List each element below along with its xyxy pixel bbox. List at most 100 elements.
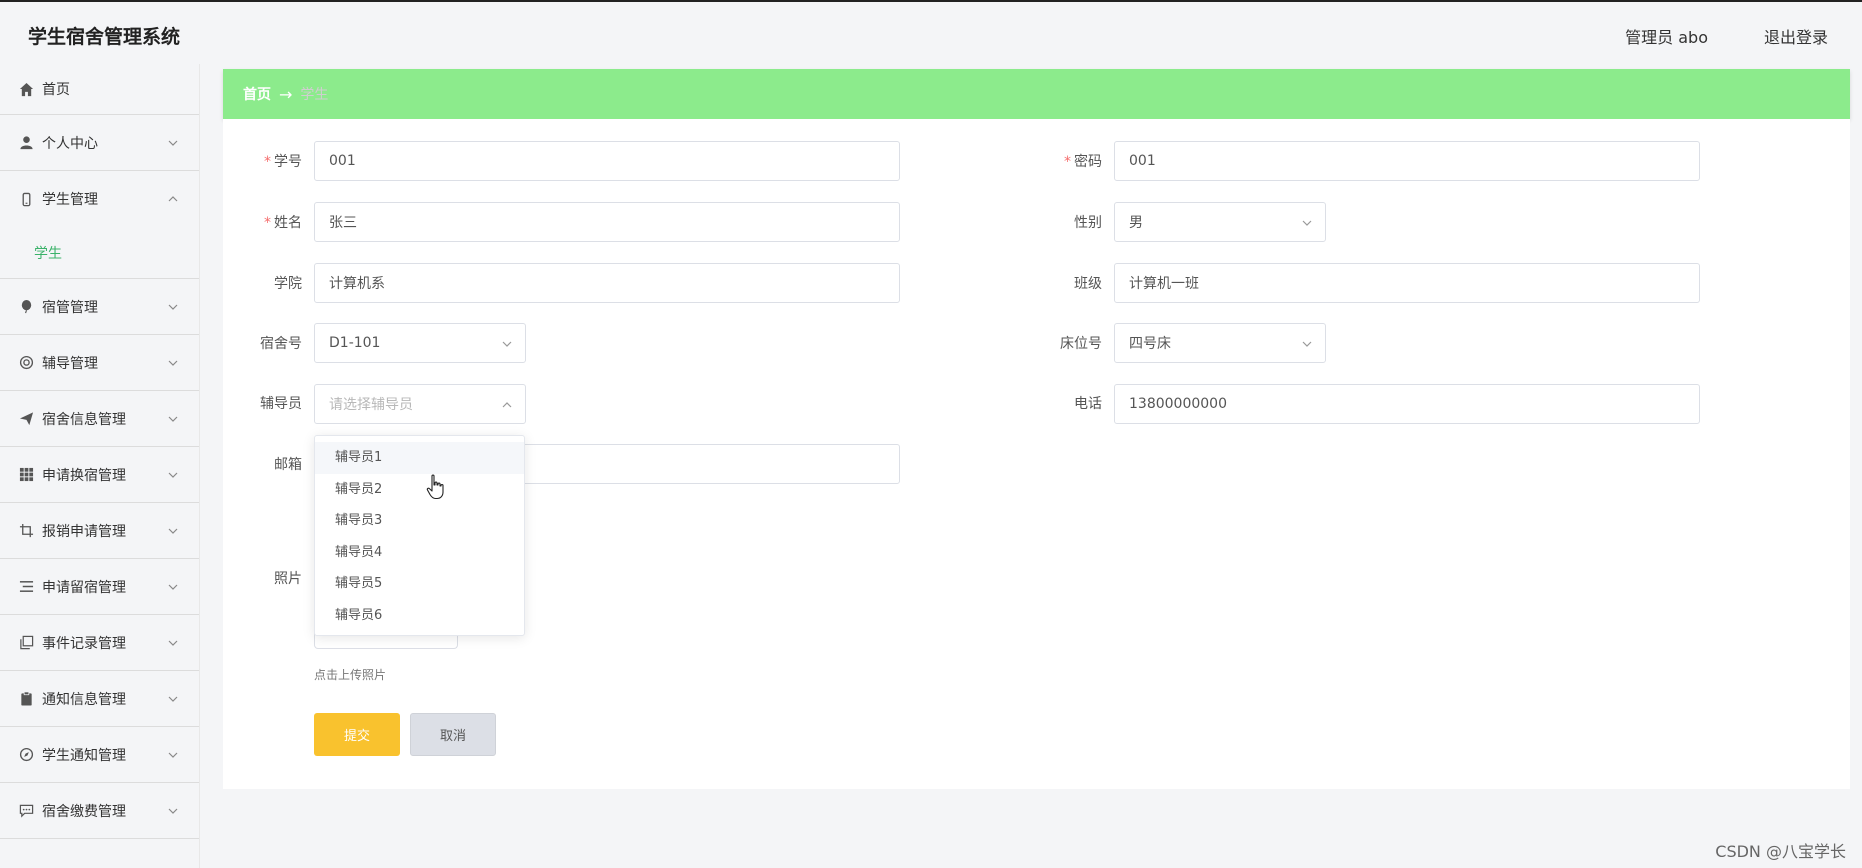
photo-upload-tip: 点击上传照片 xyxy=(314,668,387,682)
sidebar-item-label: 学生管理 xyxy=(42,192,98,208)
dropdown-option[interactable]: 辅导员3 xyxy=(315,505,524,537)
list-icon xyxy=(18,579,34,595)
breadcrumb-current: 学生 xyxy=(300,87,329,103)
college-label: 学院 xyxy=(274,276,302,292)
chevron-down-icon xyxy=(1302,220,1312,226)
sidebar-item-label: 个人中心 xyxy=(42,135,98,152)
sidebar-item-notice-info[interactable]: 通知信息管理 xyxy=(0,671,199,727)
bed-no-value: 四号床 xyxy=(1129,336,1171,352)
sidebar-item-home[interactable]: 首页 xyxy=(0,64,199,115)
logout-link[interactable]: 退出登录 xyxy=(1764,24,1828,48)
dropdown-option[interactable]: 辅导员4 xyxy=(315,537,524,569)
home-icon xyxy=(18,81,34,97)
chevron-up-icon xyxy=(502,402,512,408)
password-input[interactable]: 001 xyxy=(1114,141,1700,181)
top-bar: 学生宿舍管理系统 管理员 abo 退出登录 xyxy=(0,0,1862,64)
balloon-icon xyxy=(18,299,34,315)
sidebar-item-stay-request[interactable]: 申请留宿管理 xyxy=(0,559,199,615)
user-info: 管理员 abo xyxy=(1625,28,1708,47)
sidebar-item-dorm-manager[interactable]: 宿管管理 xyxy=(0,279,199,335)
sidebar-item-label: 宿舍信息管理 xyxy=(42,411,126,428)
counselor-label: 辅导员 xyxy=(260,396,302,412)
student-id-input[interactable]: 001 xyxy=(314,141,900,181)
crop-icon xyxy=(18,523,34,539)
dropdown-option[interactable]: 辅导员1 xyxy=(315,442,524,474)
chevron-down-icon xyxy=(1302,341,1312,347)
clipboard-icon xyxy=(18,691,34,707)
password-label: * 密码 xyxy=(1064,154,1102,170)
bed-no-select[interactable]: 四号床 xyxy=(1114,323,1326,363)
chevron-down-icon xyxy=(168,584,178,590)
required-mark: * xyxy=(1064,154,1071,170)
sidebar-item-profile[interactable]: 个人中心 xyxy=(0,115,199,171)
cancel-button[interactable]: 取消 xyxy=(410,713,496,756)
counselor-select[interactable]: 请选择辅导员 xyxy=(314,384,526,424)
sidebar-subitem-student[interactable]: 学生 xyxy=(0,227,199,279)
college-input[interactable]: 计算机系 xyxy=(314,263,900,303)
app-title: 学生宿舍管理系统 xyxy=(28,26,181,48)
dropdown-option[interactable]: 辅导员5 xyxy=(315,568,524,600)
chat-icon xyxy=(18,803,34,819)
breadcrumb-arrow: → xyxy=(279,84,293,104)
email-label: 邮箱 xyxy=(274,457,302,473)
bed-no-label: 床位号 xyxy=(1060,336,1102,352)
phone-icon xyxy=(18,191,34,207)
sidebar-item-counselor[interactable]: 辅导管理 xyxy=(0,335,199,391)
chevron-down-icon xyxy=(168,640,178,646)
sidebar-item-dorm-fee[interactable]: 宿舍缴费管理 xyxy=(0,783,199,839)
student-id-label: * 学号 xyxy=(264,154,302,170)
hand-cursor-icon xyxy=(426,474,444,500)
sidebar-item-label: 首页 xyxy=(42,82,70,98)
sidebar: 首页 个人中心 学生管理 学生 宿管管理 辅导管理 宿舍信息管理 申请换宿管理 … xyxy=(0,64,200,868)
compass-icon xyxy=(18,747,34,763)
watermark: CSDN @八宝学长 xyxy=(1715,842,1846,861)
dorm-no-select[interactable]: D1-101 xyxy=(314,323,526,363)
chevron-down-icon xyxy=(168,304,178,310)
phone-input[interactable]: 13800000000 xyxy=(1114,384,1700,424)
class-label: 班级 xyxy=(1074,276,1102,292)
sidebar-item-student-notice[interactable]: 学生通知管理 xyxy=(0,727,199,783)
chevron-down-icon xyxy=(502,341,512,347)
chevron-down-icon xyxy=(168,528,178,534)
dropdown-option[interactable]: 辅导员2 xyxy=(315,474,524,506)
sidebar-item-dorm-info[interactable]: 宿舍信息管理 xyxy=(0,391,199,447)
chevron-down-icon xyxy=(168,808,178,814)
required-mark: * xyxy=(264,154,271,170)
chevron-down-icon xyxy=(168,140,178,146)
required-mark: * xyxy=(264,215,271,231)
phone-label: 电话 xyxy=(1074,396,1102,412)
sidebar-item-dorm-change[interactable]: 申请换宿管理 xyxy=(0,447,199,503)
copy-icon xyxy=(18,635,34,651)
sidebar-item-label: 辅导管理 xyxy=(42,355,98,372)
gender-label: 性别 xyxy=(1074,215,1102,231)
breadcrumb-home[interactable]: 首页 xyxy=(243,84,271,104)
sidebar-item-student-mgmt[interactable]: 学生管理 xyxy=(0,171,199,227)
sidebar-item-reimbursement[interactable]: 报销申请管理 xyxy=(0,503,199,559)
sidebar-item-label: 宿管管理 xyxy=(42,299,98,316)
user-icon xyxy=(18,135,34,151)
send-icon xyxy=(18,411,34,427)
sidebar-item-label: 通知信息管理 xyxy=(42,691,126,708)
dorm-no-value: D1-101 xyxy=(329,335,381,351)
sidebar-item-label: 学生通知管理 xyxy=(42,747,126,764)
submit-button[interactable]: 提交 xyxy=(314,713,400,756)
sidebar-item-event-log[interactable]: 事件记录管理 xyxy=(0,615,199,671)
sidebar-group-student: 学生管理 学生 xyxy=(0,171,199,279)
sidebar-item-label: 宿舍缴费管理 xyxy=(42,803,126,820)
sidebar-item-label: 申请换宿管理 xyxy=(42,467,126,484)
chevron-down-icon xyxy=(168,360,178,366)
breadcrumb: 首页 → 学生 xyxy=(223,69,1850,119)
dropdown-option[interactable]: 辅导员6 xyxy=(315,600,524,632)
counselor-dropdown: 辅导员1 辅导员2 辅导员3 辅导员4 辅导员5 辅导员6 xyxy=(314,435,525,636)
chevron-down-icon xyxy=(168,696,178,702)
gender-select[interactable]: 男 xyxy=(1114,202,1326,242)
chevron-down-icon xyxy=(168,416,178,422)
chevron-down-icon xyxy=(168,752,178,758)
class-input[interactable]: 计算机一班 xyxy=(1114,263,1700,303)
lifebuoy-icon xyxy=(18,355,34,371)
counselor-placeholder: 请选择辅导员 xyxy=(329,397,413,413)
sidebar-item-label: 申请留宿管理 xyxy=(42,579,126,596)
name-input[interactable]: 张三 xyxy=(314,202,900,242)
dorm-no-label: 宿舍号 xyxy=(260,336,302,352)
gender-value: 男 xyxy=(1129,215,1143,231)
